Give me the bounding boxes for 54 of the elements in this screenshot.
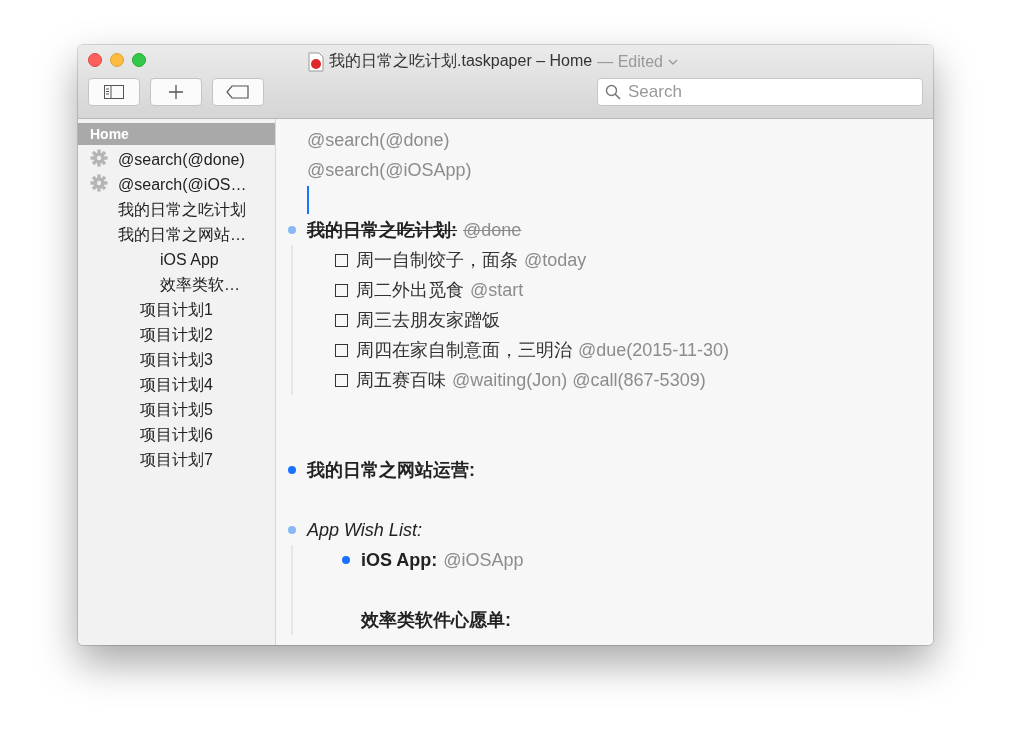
sidebar-item[interactable]: @search(@done) [78,147,275,172]
zoom-icon[interactable] [132,53,146,67]
tag-text: @waiting(Jon) @call(867-5309) [452,369,706,391]
project-title: App Wish List: [307,519,422,541]
project-title: 我的日常之吃计划: [307,219,457,242]
task-text: 周一自制饺子，面条 [356,249,518,272]
sidebar-item[interactable]: 项目计划2 [78,322,275,347]
add-button[interactable] [150,78,202,106]
sidebar-item[interactable]: @search(@iOS… [78,172,275,197]
text-cursor [307,186,309,214]
task-text: 周二外出觅食 [356,279,464,302]
tag-text: @start [470,279,524,301]
sidebar-toggle-button[interactable] [88,78,140,106]
search-query: @search(@iOSApp) [307,159,472,181]
task-checkbox[interactable] [335,373,348,387]
search-icon [605,84,621,100]
window-title: 我的日常之吃计划.taskpaper – Home [329,51,593,71]
tag-text: @iOSApp [443,549,524,571]
project-title: 效率类软件心愿单: [361,609,511,632]
task-text: 周五赛百味 [356,369,446,392]
tag-button[interactable] [212,78,264,106]
bullet-icon[interactable] [288,466,296,474]
task-checkbox[interactable] [335,343,348,357]
search-query: @search(@done) [307,129,450,151]
project-title: iOS App: [361,549,438,571]
sidebar-item[interactable]: 项目计划4 [78,372,275,397]
sidebar-item[interactable]: 项目计划5 [78,397,275,422]
sidebar-item[interactable]: 我的日常之网站… [78,222,275,247]
chevron-down-icon [668,58,678,65]
project-title: 我的日常之网站运营: [307,459,475,482]
gear-icon [90,149,108,167]
task-checkbox[interactable] [335,253,348,267]
tag-icon [226,85,250,99]
tag-text: @done [463,219,522,241]
search-field[interactable]: Search [597,78,923,106]
task-checkbox[interactable] [335,283,348,297]
task-checkbox[interactable] [335,313,348,327]
plus-icon [168,84,184,100]
bullet-icon[interactable] [342,556,350,564]
gear-icon [90,174,108,192]
sidebar-item[interactable]: 项目计划7 [78,447,275,472]
sidebar-item[interactable]: 我的日常之吃计划 [78,197,275,222]
task-text: 周四在家自制意面，三明治 [356,339,572,362]
document-icon [308,51,324,72]
close-icon[interactable] [88,53,102,67]
sidebar-item[interactable]: iOS App [78,247,275,272]
tag-text: @today [524,249,587,271]
sidebar-item[interactable]: 项目计划1 [78,297,275,322]
tag-text: @due(2015-11-30) [578,339,730,361]
sidebar-item[interactable]: 项目计划6 [78,422,275,447]
task-text: 周三去朋友家蹭饭 [356,309,500,332]
sidebar-icon [104,85,124,99]
sidebar-item[interactable]: 效率类软… [78,272,275,297]
sidebar-item[interactable]: 项目计划3 [78,347,275,372]
